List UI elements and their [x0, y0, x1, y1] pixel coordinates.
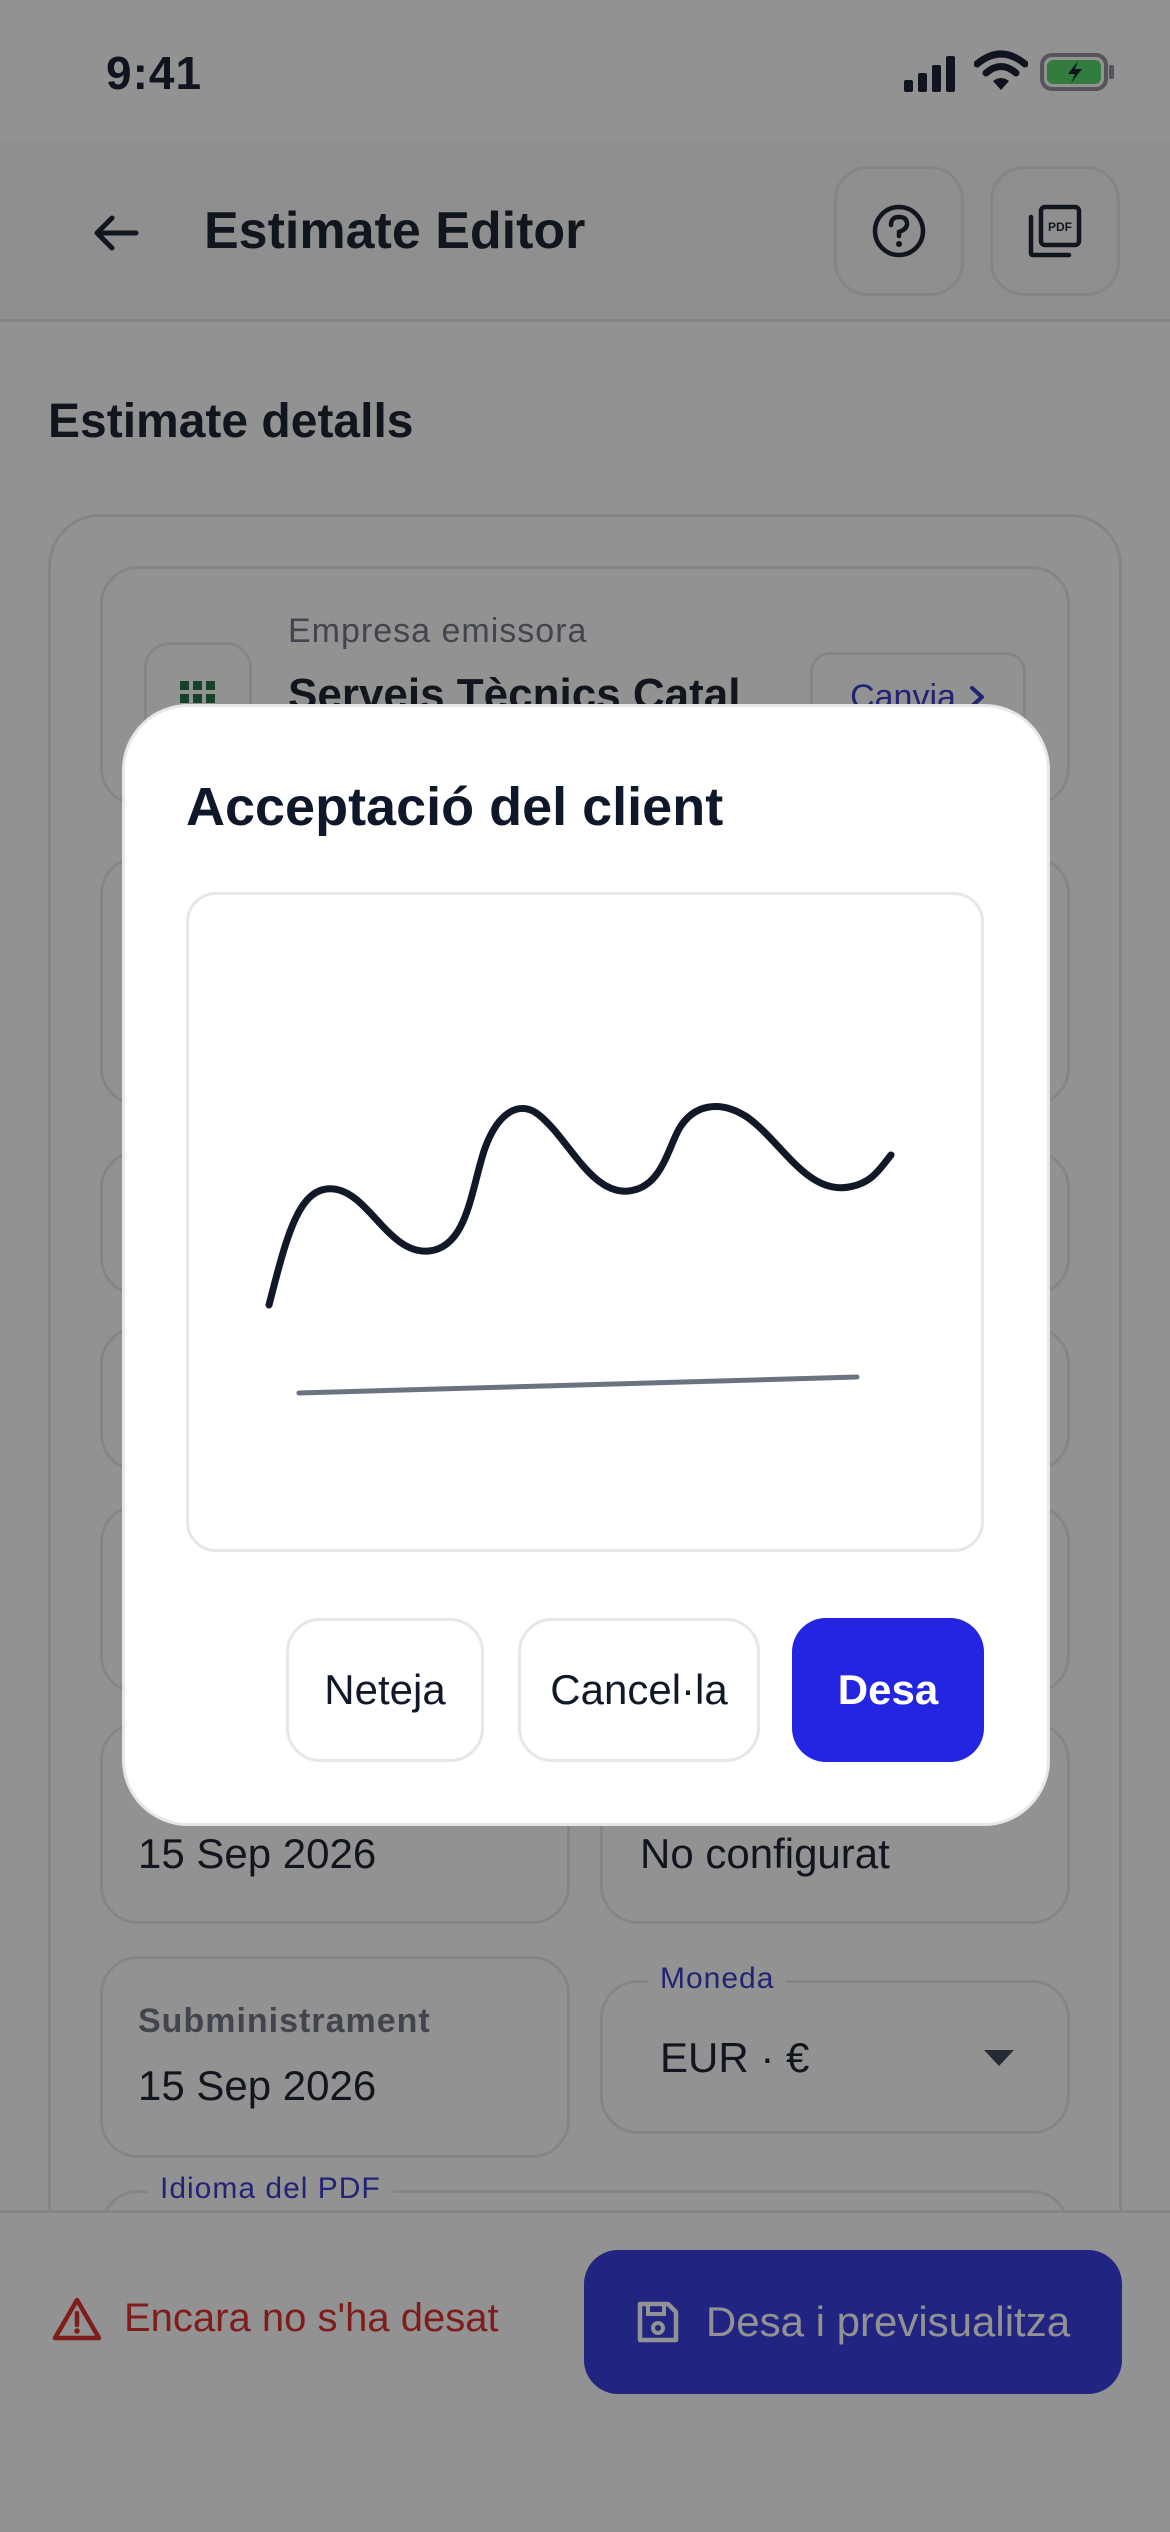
cancel-button[interactable]: Cancel·la — [518, 1618, 760, 1762]
save-signature-button[interactable]: Desa — [792, 1618, 984, 1762]
clear-button[interactable]: Neteja — [286, 1618, 484, 1762]
signature-pad[interactable] — [186, 892, 984, 1552]
dialog-title: Acceptació del client — [186, 777, 724, 837]
signature-drawing — [265, 1103, 895, 1396]
